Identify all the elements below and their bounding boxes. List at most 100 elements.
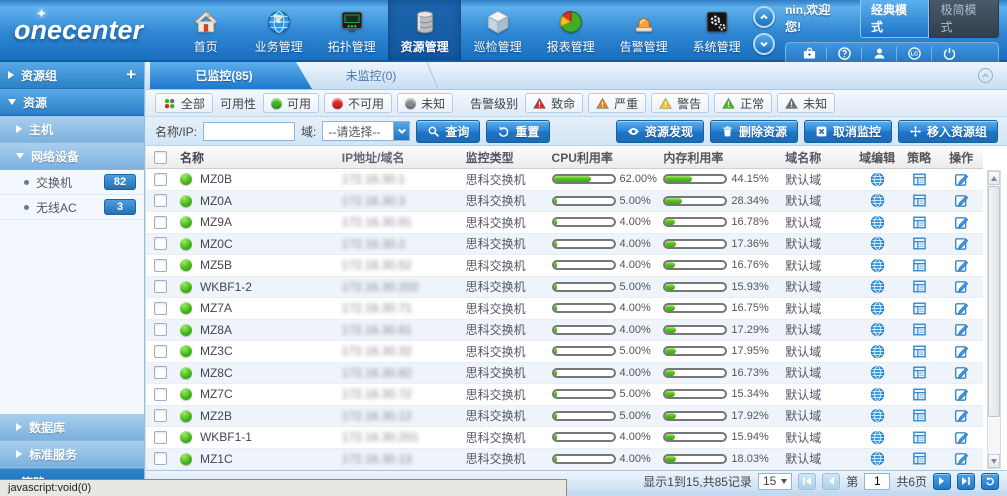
nav-item-resources[interactable]: 资源管理 xyxy=(388,0,461,60)
sidebar-item-resource-group[interactable]: 资源组 + xyxy=(0,62,144,89)
scrollbar-down-icon[interactable] xyxy=(988,454,1000,468)
select-all-checkbox[interactable] xyxy=(154,151,167,164)
collapse-panel-icon[interactable] xyxy=(978,68,993,83)
table-row[interactable]: MZ7C172.16.30.72思科交换机5.00%15.34%默认域 xyxy=(146,384,983,406)
panel-down-button[interactable] xyxy=(753,33,775,55)
edit-operation-icon[interactable] xyxy=(954,215,969,230)
policy-table-icon[interactable] xyxy=(912,430,927,445)
policy-table-icon[interactable] xyxy=(912,236,927,251)
sidebar-item-resources[interactable]: 资源 xyxy=(0,89,144,116)
row-checkbox[interactable] xyxy=(154,366,167,379)
table-row[interactable]: MZ1C172.16.30.13思科交换机4.00%18.03%默认域 xyxy=(146,449,983,471)
policy-table-icon[interactable] xyxy=(912,408,927,423)
next-page-button[interactable] xyxy=(933,473,951,490)
alarm-option-1[interactable]: 严重 xyxy=(588,93,646,113)
refresh-button[interactable] xyxy=(981,473,999,490)
edit-operation-icon[interactable] xyxy=(954,301,969,316)
user-icon[interactable] xyxy=(862,46,896,61)
sidebar-item-switches[interactable]: 交换机 82 xyxy=(0,170,144,195)
row-checkbox[interactable] xyxy=(154,216,167,229)
mode-classic-button[interactable]: 经典模式 xyxy=(860,0,930,38)
domain-edit-globe-icon[interactable] xyxy=(870,322,885,337)
domain-edit-globe-icon[interactable] xyxy=(870,430,885,445)
row-checkbox[interactable] xyxy=(154,237,167,250)
column-header-type[interactable]: 监控类型 xyxy=(462,146,548,168)
policy-table-icon[interactable] xyxy=(912,301,927,316)
cancel-monitoring-button[interactable]: 取消监控 xyxy=(804,120,892,143)
row-checkbox[interactable] xyxy=(154,431,167,444)
nav-item-home[interactable]: 首页 xyxy=(169,0,242,60)
row-checkbox[interactable] xyxy=(154,323,167,336)
policy-table-icon[interactable] xyxy=(912,279,927,294)
edit-operation-icon[interactable] xyxy=(954,408,969,423)
name-ip-input[interactable] xyxy=(203,122,295,141)
sidebar-item-hosts[interactable]: 主机 xyxy=(0,116,144,143)
domain-edit-globe-icon[interactable] xyxy=(870,193,885,208)
edit-operation-icon[interactable] xyxy=(954,279,969,294)
availability-option-2[interactable]: 未知 xyxy=(397,93,453,113)
table-row[interactable]: MZ0C172.16.30.2思科交换机4.00%17.36%默认域 xyxy=(146,234,983,256)
domain-edit-globe-icon[interactable] xyxy=(870,301,885,316)
reset-button[interactable]: 重置 xyxy=(486,120,550,143)
page-size-select[interactable]: 15 xyxy=(758,473,792,490)
table-row[interactable]: MZ8A172.16.30.81思科交换机4.00%17.29%默认域 xyxy=(146,320,983,342)
policy-table-icon[interactable] xyxy=(912,193,927,208)
panel-up-button[interactable] xyxy=(753,6,775,28)
row-checkbox[interactable] xyxy=(154,194,167,207)
column-header-memory[interactable]: 内存利用率 xyxy=(659,146,781,168)
sidebar-item-wireless-ac[interactable]: 无线AC 3 xyxy=(0,195,144,220)
edit-operation-icon[interactable] xyxy=(954,322,969,337)
move-to-resource-group-button[interactable]: 移入资源组 xyxy=(898,120,998,143)
edit-operation-icon[interactable] xyxy=(954,172,969,187)
table-row[interactable]: MZ0B172.16.30.1思科交换机62.00%44.15%默认域 xyxy=(146,169,983,191)
add-resource-group-icon[interactable]: + xyxy=(126,68,136,82)
table-row[interactable]: WKBF1-2172.16.30.202思科交换机5.00%15.93%默认域 xyxy=(146,277,983,299)
edit-operation-icon[interactable] xyxy=(954,236,969,251)
row-checkbox[interactable] xyxy=(154,345,167,358)
tab-monitored[interactable]: 已监控(85) xyxy=(150,62,312,89)
alarm-option-4[interactable]: 未知 xyxy=(777,93,835,113)
current-page-input[interactable] xyxy=(864,473,890,490)
row-checkbox[interactable] xyxy=(154,388,167,401)
table-row[interactable]: MZ3C172.16.30.32思科交换机5.00%17.95%默认域 xyxy=(146,341,983,363)
domain-edit-globe-icon[interactable] xyxy=(870,451,885,466)
policy-table-icon[interactable] xyxy=(912,344,927,359)
domain-select[interactable]: --请选择-- xyxy=(322,121,410,141)
scrollbar-track[interactable] xyxy=(988,185,1000,454)
policy-table-icon[interactable] xyxy=(912,387,927,402)
mode-minimal-button[interactable]: 极简模式 xyxy=(929,0,999,38)
help-icon[interactable] xyxy=(827,46,861,61)
search-button[interactable]: 查询 xyxy=(416,120,480,143)
domain-edit-globe-icon[interactable] xyxy=(870,344,885,359)
availability-option-1[interactable]: 不可用 xyxy=(324,93,392,113)
domain-edit-globe-icon[interactable] xyxy=(870,408,885,423)
table-row[interactable]: WKBF1-1172.16.30.201思科交换机4.00%15.94%默认域 xyxy=(146,427,983,449)
edit-operation-icon[interactable] xyxy=(954,430,969,445)
sidebar-item-network-devices[interactable]: 网络设备 xyxy=(0,143,144,170)
policy-table-icon[interactable] xyxy=(912,365,927,380)
delete-resource-button[interactable]: 删除资源 xyxy=(710,120,798,143)
resource-discovery-button[interactable]: 资源发现 xyxy=(616,120,704,143)
table-row[interactable]: MZ5B172.16.30.52思科交换机4.00%16.76%默认域 xyxy=(146,255,983,277)
alarm-option-3[interactable]: 正常 xyxy=(714,93,772,113)
table-row[interactable]: MZ9A172.16.30.91思科交换机4.00%16.78%默认域 xyxy=(146,212,983,234)
column-header-ip[interactable]: IP地址/域名 xyxy=(338,146,462,168)
scrollbar-up-icon[interactable] xyxy=(988,171,1000,185)
scrollbar-thumb[interactable] xyxy=(988,186,1000,417)
domain-edit-globe-icon[interactable] xyxy=(870,215,885,230)
policy-table-icon[interactable] xyxy=(912,451,927,466)
row-checkbox[interactable] xyxy=(154,409,167,422)
nav-item-alarms[interactable]: 告警管理 xyxy=(607,0,680,60)
domain-edit-globe-icon[interactable] xyxy=(870,387,885,402)
last-page-button[interactable] xyxy=(957,473,975,490)
license-icon[interactable]: LC xyxy=(897,46,931,61)
table-row[interactable]: MZ8C172.16.30.82思科交换机4.00%16.73%默认域 xyxy=(146,363,983,385)
sidebar-item-databases[interactable]: 数据库 xyxy=(0,414,144,441)
filter-all-button[interactable]: 全部 xyxy=(155,93,213,113)
edit-operation-icon[interactable] xyxy=(954,365,969,380)
domain-edit-globe-icon[interactable] xyxy=(870,236,885,251)
domain-edit-globe-icon[interactable] xyxy=(870,279,885,294)
nav-item-inspection[interactable]: 巡检管理 xyxy=(461,0,534,60)
policy-table-icon[interactable] xyxy=(912,215,927,230)
policy-table-icon[interactable] xyxy=(912,322,927,337)
